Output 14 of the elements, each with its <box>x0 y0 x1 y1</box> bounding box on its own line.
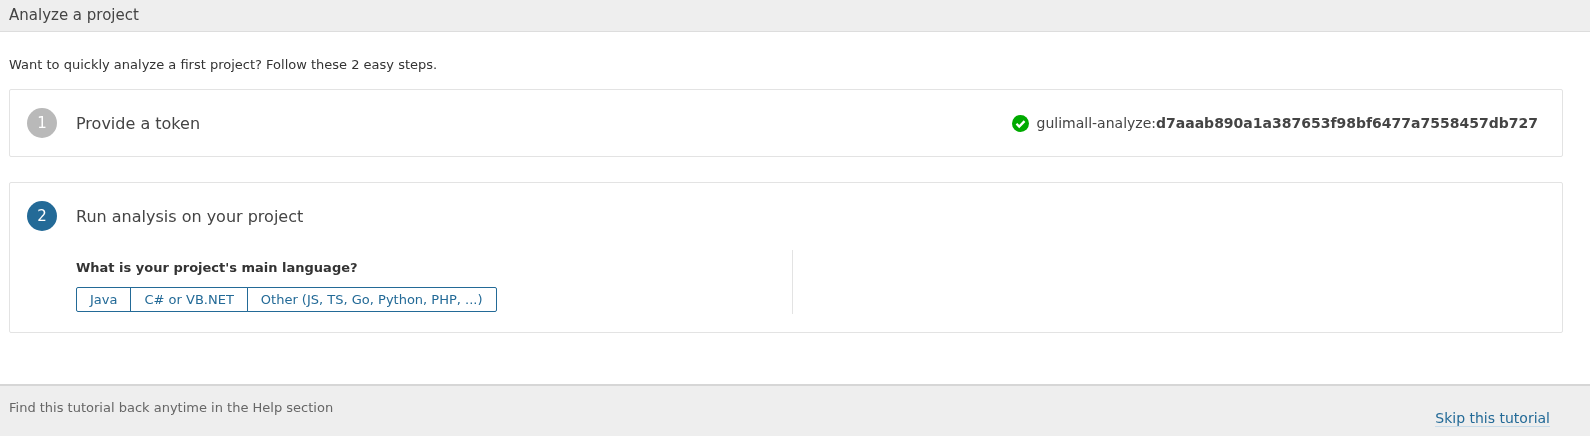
step-title: Provide a token <box>76 113 200 133</box>
step-title: Run analysis on your project <box>76 206 304 226</box>
check-circle-icon <box>1011 114 1029 132</box>
step-number: 1 <box>27 108 57 138</box>
language-option[interactable]: Other (JS, TS, Go, Python, PHP, ...) <box>246 287 497 312</box>
language-option[interactable]: Java <box>76 287 132 312</box>
token-text: gulimall-analyze:d7aaab890a1a387653f98bf6477a7558457db727 <box>1036 115 1538 131</box>
page-title: Analyze a project <box>8 5 140 26</box>
footer-note: Find this tutorial back anytime in the Help section <box>9 400 334 415</box>
step-number: 2 <box>27 201 57 231</box>
question-label: What is your project's main language? <box>76 260 359 275</box>
language-option[interactable]: C# or VB.NET <box>130 287 248 312</box>
intro-text: Want to quickly analyze a first project? Follow these 2 easy steps. <box>9 57 439 72</box>
skip-tutorial-link[interactable]: Skip this tutorial <box>1435 410 1550 427</box>
